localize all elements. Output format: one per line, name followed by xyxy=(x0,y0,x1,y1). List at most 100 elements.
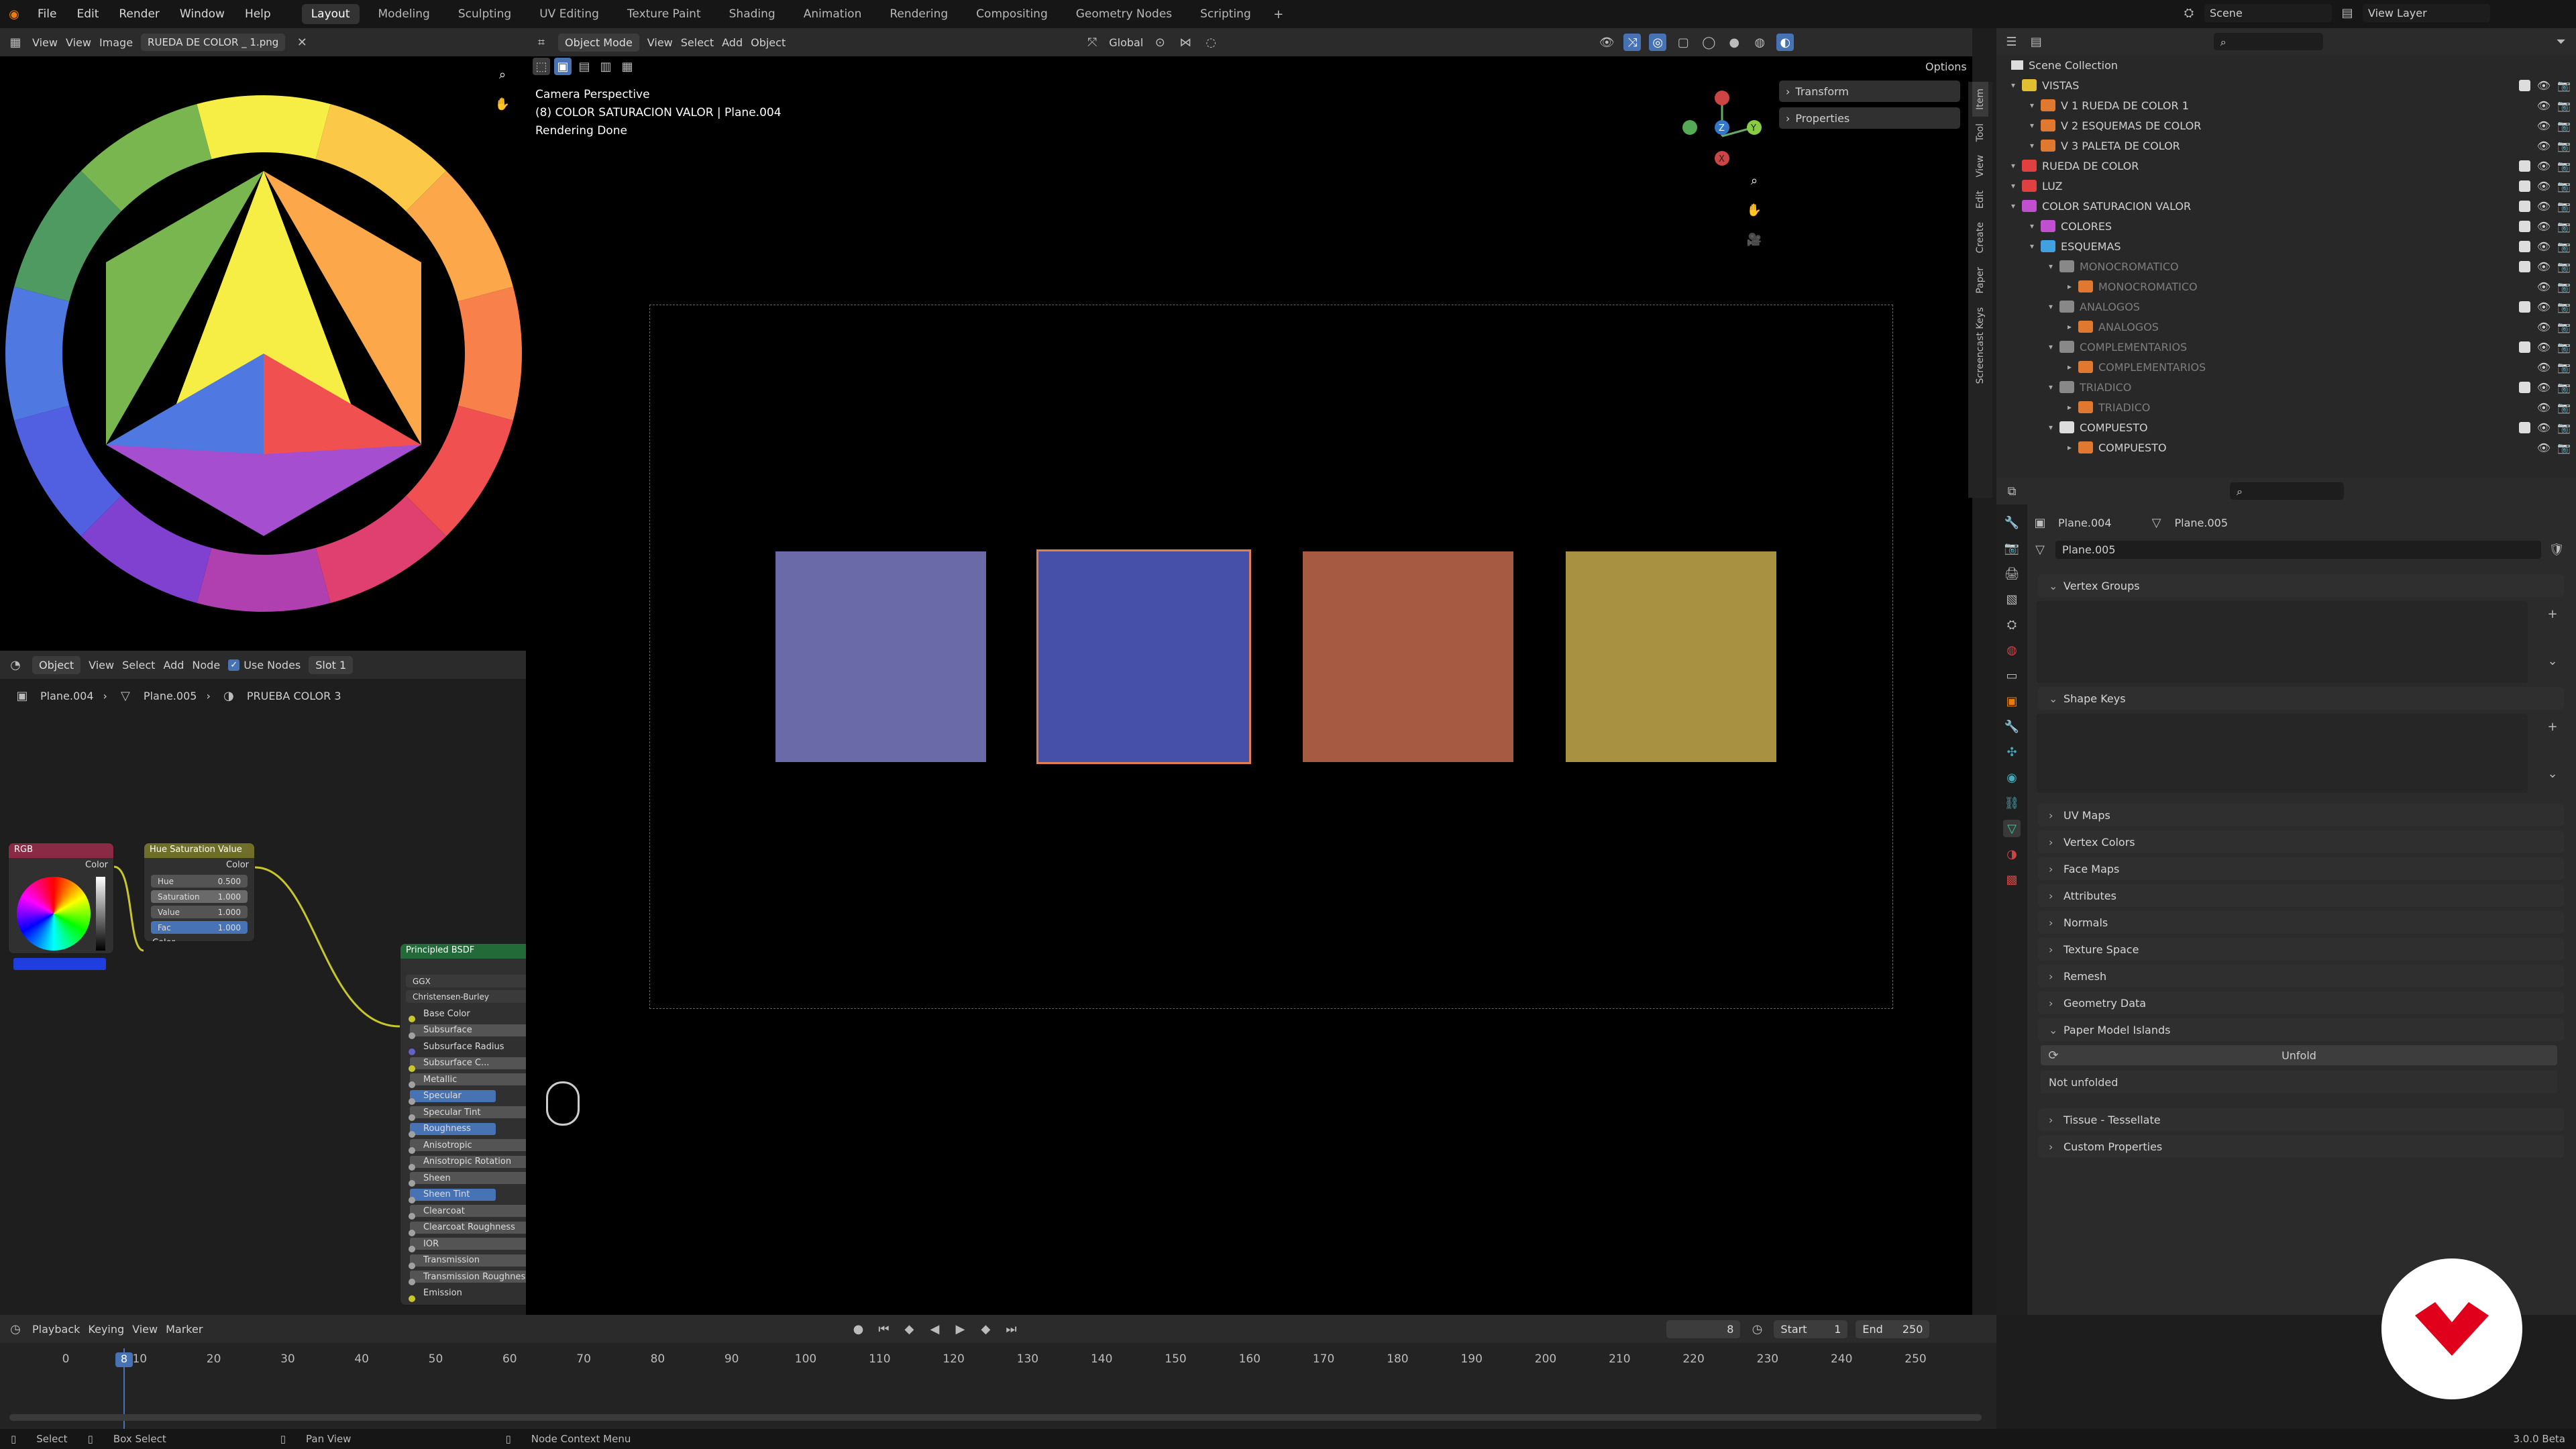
principled-bsdf-node[interactable]: Principled BSDF GGX Christensen-Burley B… xyxy=(400,943,526,1305)
bsdf-input-subsurface[interactable]: Subsurface xyxy=(400,1022,526,1039)
bsdf-input-base-color[interactable]: Base Color xyxy=(400,1006,526,1023)
vertex-colors-section[interactable]: › Vertex Colors xyxy=(2038,830,2564,853)
disclosure-icon[interactable]: ▾ xyxy=(2030,121,2041,130)
select-extend-icon[interactable]: ▤ xyxy=(576,58,593,75)
attributes-section[interactable]: › Attributes xyxy=(2038,884,2564,907)
tool-icon[interactable]: 🔧 xyxy=(2003,514,2021,531)
chevron-down-icon[interactable]: ⌄ xyxy=(2544,652,2561,669)
outliner-row[interactable]: ▾ LUZ 👁 📷 xyxy=(2011,176,2576,196)
eye-icon[interactable]: 👁 xyxy=(2537,180,2551,193)
display-mode-icon[interactable]: ▤ xyxy=(2028,33,2045,50)
disclosure-icon[interactable]: ▸ xyxy=(2068,402,2078,412)
disclosure-icon[interactable]: ▾ xyxy=(2030,241,2041,251)
bsdf-input-clearcoat[interactable]: Clearcoat xyxy=(400,1203,526,1220)
input-socket[interactable] xyxy=(409,1065,415,1072)
camera-icon[interactable]: 📷 xyxy=(2557,361,2571,374)
outliner-row[interactable]: ▾ V 3 PALETA DE COLOR 👁 📷 xyxy=(2011,136,2576,156)
image-name-field[interactable]: RUEDA DE COLOR _ 1.png xyxy=(141,34,286,51)
camera-icon[interactable]: 📷 xyxy=(2557,240,2571,253)
outliner-row[interactable]: ▾ COMPUESTO 👁 📷 xyxy=(2011,417,2576,437)
mesh-browse-icon[interactable]: ▽ xyxy=(2031,541,2049,559)
image-menu-view[interactable]: View xyxy=(66,36,91,49)
camera-icon[interactable]: 📷 xyxy=(2557,321,2571,333)
image-view-dropdown[interactable]: View xyxy=(32,36,58,49)
outliner-row[interactable]: ▸ TRIADICO 👁 📷 xyxy=(2011,397,2576,417)
wireframe-shading-icon[interactable]: ◯ xyxy=(1700,34,1717,51)
select-box-icon[interactable]: ▣ xyxy=(554,58,572,75)
outliner-row[interactable]: ▸ COMPUESTO 👁 📷 xyxy=(2011,437,2576,458)
camera-icon[interactable]: 📷 xyxy=(2557,160,2571,172)
input-socket[interactable] xyxy=(409,1163,415,1171)
orientation-dropdown[interactable]: Global xyxy=(1109,36,1143,49)
tab-animation[interactable]: Animation xyxy=(794,4,871,24)
tab-compositing[interactable]: Compositing xyxy=(967,4,1057,24)
select-subtract-icon[interactable]: ▥ xyxy=(597,58,614,75)
color-square-1[interactable] xyxy=(775,551,986,762)
viewport-menu-object[interactable]: Object xyxy=(751,36,786,49)
bsdf-input-ior[interactable]: IOR xyxy=(400,1236,526,1253)
add-shape-key-icon[interactable]: + xyxy=(2544,718,2561,735)
scene-collection-row[interactable]: Scene Collection xyxy=(2011,55,2576,75)
outliner-type-icon[interactable]: ☰ xyxy=(2003,33,2020,50)
properties-panel[interactable]: › Properties xyxy=(1779,107,1960,129)
eye-icon[interactable]: 👁 xyxy=(2537,200,2551,213)
exclude-checkbox[interactable] xyxy=(2518,200,2530,212)
outliner-row[interactable]: ▾ COLORES 👁 📷 xyxy=(2011,216,2576,236)
transform-panel[interactable]: › Transform xyxy=(1779,80,1960,102)
outliner-row[interactable]: ▸ MONOCROMATICO 👁 📷 xyxy=(2011,276,2576,297)
tab-create[interactable]: Create xyxy=(1972,215,1988,260)
vertex-groups-section[interactable]: ⌄ Vertex Groups xyxy=(2038,574,2564,597)
outliner-row[interactable]: ▾ VISTAS 👁 📷 xyxy=(2011,75,2576,95)
vertex-groups-list[interactable]: + ⌄ xyxy=(2037,601,2558,683)
tab-texture-paint[interactable]: Texture Paint xyxy=(618,4,710,24)
input-socket[interactable] xyxy=(409,1262,415,1269)
refresh-icon[interactable]: ⟳ xyxy=(2045,1046,2062,1064)
value-slider[interactable] xyxy=(96,877,105,951)
eye-icon[interactable]: 👁 xyxy=(2537,160,2551,172)
camera-icon[interactable]: 📷 xyxy=(2557,99,2571,112)
eye-icon[interactable]: 👁 xyxy=(2537,301,2551,313)
view-layer-field[interactable]: View Layer xyxy=(2363,4,2490,22)
properties-type-icon[interactable]: ⧉ xyxy=(2003,482,2021,500)
disclosure-icon[interactable]: ▸ xyxy=(2068,443,2078,452)
bsdf-input-sheen[interactable]: Sheen xyxy=(400,1170,526,1187)
exclude-checkbox[interactable] xyxy=(2518,341,2530,353)
color-square-2[interactable] xyxy=(1036,549,1251,764)
tab-item[interactable]: Item xyxy=(1972,82,1988,117)
disclosure-icon[interactable]: ▾ xyxy=(2049,382,2059,392)
camera-icon[interactable]: 📷 xyxy=(2557,421,2571,434)
value-field[interactable]: Value 1.000 xyxy=(151,906,248,918)
outliner-row[interactable]: ▸ ANALOGOS 👁 📷 xyxy=(2011,317,2576,337)
add-vertex-group-icon[interactable]: + xyxy=(2544,605,2561,623)
camera-icon[interactable]: 📷 xyxy=(2557,260,2571,273)
color-square-4[interactable] xyxy=(1566,551,1776,762)
input-socket[interactable] xyxy=(409,1032,415,1039)
bsdf-input-emission[interactable]: Emission xyxy=(400,1285,526,1302)
blender-logo-icon[interactable]: ◉ xyxy=(5,5,23,23)
camera-icon[interactable]: 📷 xyxy=(2557,180,2571,193)
subsurface-method-dropdown[interactable]: Christensen-Burley xyxy=(406,990,526,1003)
tab-tool[interactable]: Tool xyxy=(1972,117,1988,148)
bsdf-input-sheen-tint[interactable]: Sheen Tint xyxy=(400,1187,526,1203)
tab-rendering[interactable]: Rendering xyxy=(880,4,957,24)
exclude-checkbox[interactable] xyxy=(2518,180,2530,192)
bsdf-input-metallic[interactable]: Metallic xyxy=(400,1071,526,1089)
outliner-row[interactable]: ▾ COLOR SATURACION VALOR 👁 📷 xyxy=(2011,196,2576,216)
eye-icon[interactable]: 👁 xyxy=(2537,321,2551,333)
eye-icon[interactable]: 👁 xyxy=(2537,421,2551,434)
exclude-checkbox[interactable] xyxy=(2518,260,2530,272)
eye-icon[interactable]: 👁 xyxy=(2537,240,2551,253)
tab-view[interactable]: View xyxy=(1972,148,1988,184)
input-socket[interactable] xyxy=(409,1097,415,1105)
disclosure-icon[interactable]: ▾ xyxy=(2011,201,2022,211)
paper-model-section[interactable]: ⌄ Paper Model Islands xyxy=(2038,1018,2564,1041)
editor-type-icon[interactable]: ▦ xyxy=(7,34,24,51)
camera-icon[interactable]: 📷 xyxy=(2557,441,2571,454)
disclosure-icon[interactable]: ▾ xyxy=(2011,181,2022,191)
timeline-ruler[interactable]: 0 10 20 30 40 50 60 70 80 90 100 110 120 130 140 150 160… xyxy=(0,1315,1996,1429)
eye-icon[interactable]: 👁 xyxy=(2537,119,2551,132)
tab-shading[interactable]: Shading xyxy=(720,4,785,24)
render-icon[interactable]: 📷 xyxy=(2003,539,2021,557)
bsdf-input-subsurface-radius[interactable]: Subsurface Radius xyxy=(400,1038,526,1056)
bsdf-input-anisotropic-rotation[interactable]: Anisotropic Rotation xyxy=(400,1154,526,1171)
